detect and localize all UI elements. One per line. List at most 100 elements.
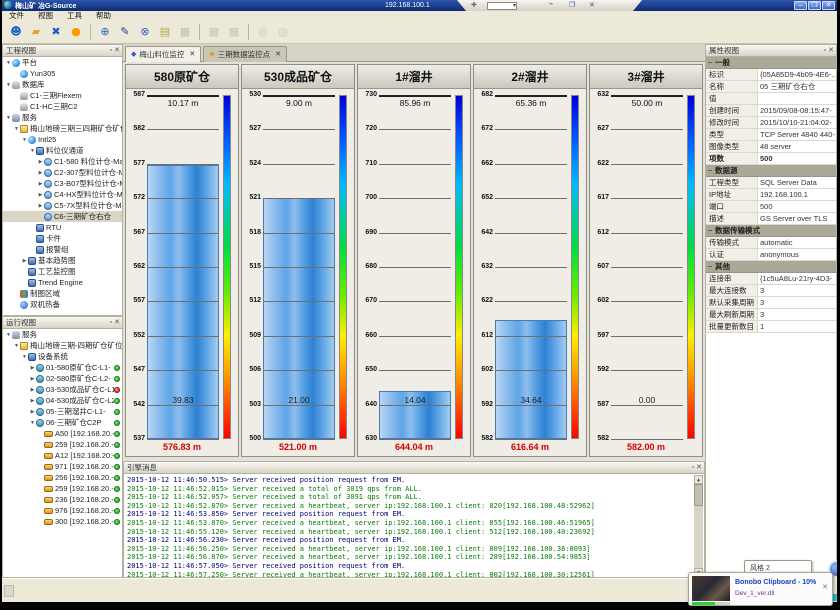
- property-row[interactable]: 标识{05A85D9-4b09-4E6-...: [706, 69, 836, 81]
- property-section-header[interactable]: 数据源: [706, 165, 836, 177]
- edit-icon[interactable]: ✎: [116, 23, 134, 41]
- rdp-dropdown[interactable]: ▾: [487, 2, 517, 10]
- tree-item[interactable]: ▶03-530成品矿仓C-L1-: [3, 384, 122, 395]
- collapse-arrow-icon[interactable]: ▼: [13, 126, 20, 132]
- expand-arrow-icon[interactable]: ▶: [37, 203, 44, 209]
- tree-item[interactable]: 971 [192.168.20.-: [3, 461, 122, 472]
- rdp-close-button[interactable]: ✕: [589, 1, 595, 9]
- tree-item[interactable]: ▼06-三期矿仓C2P: [3, 417, 122, 428]
- panel-float-close-icons[interactable]: ▫ ✕: [824, 45, 834, 57]
- property-row[interactable]: 修改时间2015/10/10-21:04:02-: [706, 117, 836, 129]
- menu-item-文件[interactable]: 文件: [2, 11, 31, 20]
- menu-item-工具[interactable]: 工具: [60, 11, 89, 20]
- minimize-button[interactable]: –: [794, 1, 807, 10]
- panel-float-close-icons[interactable]: ▫ ✕: [110, 317, 120, 329]
- expand-arrow-icon[interactable]: ▶: [37, 159, 44, 165]
- expand-arrow-icon[interactable]: ▶: [29, 387, 36, 393]
- tree-item[interactable]: 259 [192.168.20.-: [3, 439, 122, 450]
- panel-float-close-icons[interactable]: ▫ ✕: [692, 462, 702, 474]
- tree-item[interactable]: 双机热备: [3, 299, 122, 310]
- tree-item[interactable]: C6-三期矿仓右仓: [3, 211, 122, 222]
- tree-item[interactable]: ▼料位仪通道: [3, 145, 122, 156]
- tree-item[interactable]: 259 [192.168.20.-: [3, 483, 122, 494]
- property-row[interactable]: 传输模式automatic: [706, 237, 836, 249]
- collapse-arrow-icon[interactable]: ▼: [21, 137, 28, 143]
- property-row[interactable]: 图像类型48 server: [706, 141, 836, 153]
- panel-float-close-icons[interactable]: ▫ ✕: [110, 45, 120, 57]
- expand-arrow-icon[interactable]: ▶: [21, 258, 28, 264]
- collapse-arrow-icon[interactable]: ▼: [5, 82, 12, 88]
- scroll-up-icon[interactable]: ▲: [694, 475, 703, 484]
- property-row[interactable]: 描述GS Server over TLS: [706, 213, 836, 225]
- property-row[interactable]: 连接串{1c5uA8Lu-21ry-4D3-: [706, 273, 836, 285]
- tree-item[interactable]: 工艺监控图: [3, 266, 122, 277]
- tree-item[interactable]: C1-三期Flexem: [3, 90, 122, 101]
- property-row[interactable]: 认证anonymous: [706, 249, 836, 261]
- property-row[interactable]: 默认采集周期3: [706, 297, 836, 309]
- property-row[interactable]: 值: [706, 93, 836, 105]
- tree-item[interactable]: Trend Engine: [3, 277, 122, 288]
- collapse-arrow-icon[interactable]: ▼: [5, 60, 12, 66]
- rdp-connection-bar[interactable]: ✚ ▾ – ❐ ✕: [457, 0, 642, 11]
- tree-item[interactable]: 报警组: [3, 244, 122, 255]
- property-row[interactable]: 端口500: [706, 201, 836, 213]
- tree-item[interactable]: ▶04-530成品矿仓C-L2-: [3, 395, 122, 406]
- list-icon[interactable]: ▤: [156, 23, 174, 41]
- tab-三期数据监控点[interactable]: ◆三期数据监控点✕: [203, 46, 287, 62]
- close-button[interactable]: ✕: [822, 1, 835, 10]
- property-row[interactable]: 项数500: [706, 153, 836, 165]
- expand-arrow-icon[interactable]: ▶: [29, 398, 36, 404]
- tree-item[interactable]: A50 [192.168.20.-: [3, 428, 122, 439]
- tree-item[interactable]: 236 [192.168.20.-: [3, 494, 122, 505]
- add-icon[interactable]: ⊕: [96, 23, 114, 41]
- expand-arrow-icon[interactable]: ▶: [37, 192, 44, 198]
- property-row[interactable]: 批量更新数目1: [706, 321, 836, 333]
- property-row[interactable]: 类型TCP Server 4840 440-: [706, 129, 836, 141]
- tree-item[interactable]: 卡件: [3, 233, 122, 244]
- pin-icon[interactable]: ✚: [471, 1, 477, 9]
- collapse-arrow-icon[interactable]: ▼: [29, 420, 36, 426]
- tree-item[interactable]: A12 [192.168.20.-: [3, 450, 122, 461]
- property-row[interactable]: 最大刷新周期3: [706, 309, 836, 321]
- collapse-arrow-icon[interactable]: ▼: [21, 354, 28, 360]
- tree-item[interactable]: 256 [192.168.20.-: [3, 472, 122, 483]
- tree-item[interactable]: ▶基本趋势图: [3, 255, 122, 266]
- log-scrollbar[interactable]: ▲ ▼: [694, 475, 703, 577]
- expand-arrow-icon[interactable]: ▶: [29, 365, 36, 371]
- tree-item[interactable]: ▼梅山地磅三期-四期矿仓矿位-: [3, 340, 122, 351]
- collapse-arrow-icon[interactable]: ▼: [29, 148, 36, 154]
- tree-item[interactable]: C1-HC三期C2: [3, 101, 122, 112]
- property-section-header[interactable]: 一般: [706, 57, 836, 69]
- collapse-arrow-icon[interactable]: ▼: [5, 332, 12, 338]
- tree-item[interactable]: ▼平台: [3, 57, 122, 68]
- expand-arrow-icon[interactable]: ▶: [37, 181, 44, 187]
- tree-item[interactable]: ▶C1-580 料位计仓-Mar-: [3, 156, 122, 167]
- delete-icon[interactable]: ✖: [47, 23, 65, 41]
- tree-item[interactable]: ▼设备系统: [3, 351, 122, 362]
- log-messages[interactable]: 2015-10-12 11:46:50.515> Server received…: [123, 474, 705, 578]
- tree-item[interactable]: ▶05-三期溜井C-L1-: [3, 406, 122, 417]
- tree-item[interactable]: ▶C2-307型料位计仓-Mar-: [3, 167, 122, 178]
- tab-close-icon[interactable]: ✕: [275, 47, 281, 62]
- remove-icon[interactable]: ⊗: [136, 23, 154, 41]
- tree-item[interactable]: ▶C5-7X型料位计仓-Mar-: [3, 200, 122, 211]
- tree-item[interactable]: ▶C4-HX型料位计仓-Mar-: [3, 189, 122, 200]
- clipboard-toast[interactable]: Bonobo Clipboard - 10% Dev_1_ver.dll ✕: [688, 572, 833, 606]
- property-section-header[interactable]: 其他: [706, 261, 836, 273]
- tree-item[interactable]: ▶C3-B07型料位计仓-Mar-: [3, 178, 122, 189]
- property-row[interactable]: IP地址192.168.100.1: [706, 189, 836, 201]
- tree-item[interactable]: 976 [192.168.20.-: [3, 505, 122, 516]
- tree-item[interactable]: ▼服务: [3, 329, 122, 340]
- scrollbar-thumb[interactable]: [694, 484, 703, 506]
- open-folder-icon[interactable]: ▰: [27, 23, 45, 41]
- property-row[interactable]: 名称05 三期矿仓右仓: [706, 81, 836, 93]
- tree-item[interactable]: ▼梅山地磅三期三四期矿仓矿位-: [3, 123, 122, 134]
- menu-item-帮助[interactable]: 帮助: [89, 11, 118, 20]
- rdp-restore-button[interactable]: ❐: [569, 1, 575, 9]
- expand-arrow-icon[interactable]: ▶: [29, 376, 36, 382]
- tree-item[interactable]: 制图区域: [3, 288, 122, 299]
- menu-item-视图[interactable]: 视图: [31, 11, 60, 20]
- expand-arrow-icon[interactable]: ▶: [37, 170, 44, 176]
- property-row[interactable]: 创建时间2015/09/08-08:15:47-: [706, 105, 836, 117]
- property-row[interactable]: 最大连接数3: [706, 285, 836, 297]
